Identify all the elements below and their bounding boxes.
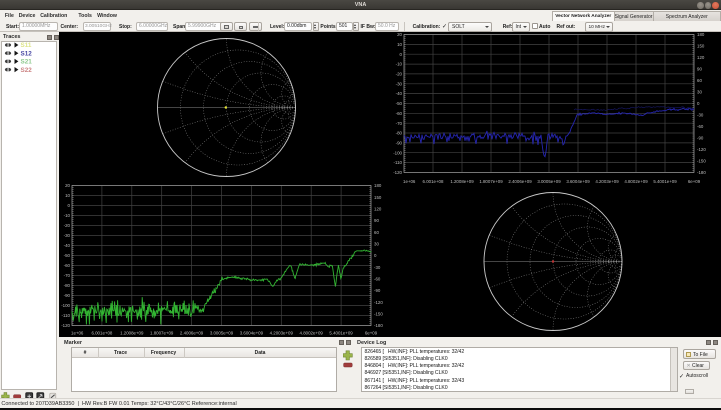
svg-text:S21: S21 xyxy=(21,58,33,65)
svg-text:-90: -90 xyxy=(396,141,403,146)
svg-text:-60: -60 xyxy=(396,111,403,116)
svg-text:-20: -20 xyxy=(396,72,403,77)
svg-text:-90: -90 xyxy=(374,288,381,293)
svg-text:-120: -120 xyxy=(697,147,706,152)
svg-text:6.001e+08: 6.001e+08 xyxy=(423,179,444,184)
svg-text:-30: -30 xyxy=(374,265,381,270)
svg-text:-110: -110 xyxy=(394,160,403,165)
svg-text:-20: -20 xyxy=(64,223,71,228)
svg-text:20: 20 xyxy=(65,183,70,188)
svg-text:6.001e+08: 6.001e+08 xyxy=(91,331,112,336)
svg-text:0: 0 xyxy=(400,52,403,57)
svg-text:0: 0 xyxy=(374,253,377,258)
svg-text:-30: -30 xyxy=(697,113,704,118)
svg-text:3.6004e+09: 3.6004e+09 xyxy=(566,179,590,184)
svg-text:-50: -50 xyxy=(396,101,403,106)
svg-text:-30: -30 xyxy=(396,81,403,86)
svg-text:3.0005e+09: 3.0005e+09 xyxy=(210,331,234,336)
svg-text:1.2008e+09: 1.2008e+09 xyxy=(120,331,144,336)
svg-text:150: 150 xyxy=(374,195,382,200)
svg-text:-60: -60 xyxy=(374,276,381,281)
svg-text:-120: -120 xyxy=(393,170,402,175)
svg-text:-100: -100 xyxy=(61,303,70,308)
svg-text:30: 30 xyxy=(697,90,702,95)
svg-text:1e+06: 1e+06 xyxy=(403,179,416,184)
svg-text:S22: S22 xyxy=(21,66,33,73)
svg-text:180: 180 xyxy=(697,32,705,37)
svg-text:10: 10 xyxy=(65,193,70,198)
svg-text:30: 30 xyxy=(374,241,379,246)
svg-text:4.2003e+09: 4.2003e+09 xyxy=(595,179,619,184)
svg-text:-110: -110 xyxy=(62,313,71,318)
svg-text:4.8002e+09: 4.8002e+09 xyxy=(624,179,648,184)
svg-text:90: 90 xyxy=(374,218,379,223)
svg-text:120: 120 xyxy=(374,206,382,211)
svg-text:-180: -180 xyxy=(374,323,383,328)
svg-text:-50: -50 xyxy=(64,253,71,258)
svg-text:-150: -150 xyxy=(374,311,383,316)
svg-text:-60: -60 xyxy=(697,124,704,129)
svg-text:0: 0 xyxy=(68,203,71,208)
svg-text:-100: -100 xyxy=(393,150,402,155)
svg-text:-90: -90 xyxy=(64,293,71,298)
svg-text:-60: -60 xyxy=(64,263,71,268)
svg-text:-10: -10 xyxy=(64,213,71,218)
svg-text:4.8002e+09: 4.8002e+09 xyxy=(300,331,324,336)
svg-text:1e+06: 1e+06 xyxy=(71,331,84,336)
svg-text:1.2008e+09: 1.2008e+09 xyxy=(450,179,474,184)
svg-text:3.0005e+09: 3.0005e+09 xyxy=(537,179,561,184)
svg-text:-150: -150 xyxy=(697,159,706,164)
svg-text:-80: -80 xyxy=(64,283,71,288)
svg-text:3.6004e+09: 3.6004e+09 xyxy=(240,331,264,336)
svg-text:-120: -120 xyxy=(61,323,70,328)
svg-text:-90: -90 xyxy=(697,136,704,141)
svg-text:4.2003e+09: 4.2003e+09 xyxy=(270,331,294,336)
svg-text:1.8007e+09: 1.8007e+09 xyxy=(150,331,174,336)
svg-text:S11: S11 xyxy=(21,42,32,49)
svg-text:2.4006e+09: 2.4006e+09 xyxy=(508,179,532,184)
svg-text:60: 60 xyxy=(697,78,702,83)
svg-text:-30: -30 xyxy=(64,233,71,238)
svg-text:-40: -40 xyxy=(64,243,71,248)
svg-text:5.4001e+09: 5.4001e+09 xyxy=(653,179,677,184)
svg-text:-180: -180 xyxy=(697,170,706,175)
svg-text:6e+09: 6e+09 xyxy=(688,179,701,184)
svg-text:10: 10 xyxy=(397,42,402,47)
svg-text:-70: -70 xyxy=(64,273,71,278)
svg-text:90: 90 xyxy=(697,67,702,72)
svg-text:-40: -40 xyxy=(396,91,403,96)
svg-text:5.4001e+09: 5.4001e+09 xyxy=(329,331,353,336)
svg-text:0: 0 xyxy=(697,101,700,106)
svg-text:-120: -120 xyxy=(374,300,383,305)
svg-text:-80: -80 xyxy=(396,131,403,136)
svg-text:-10: -10 xyxy=(396,62,403,67)
svg-text:20: 20 xyxy=(397,32,402,37)
svg-text:120: 120 xyxy=(697,55,705,60)
svg-text:180: 180 xyxy=(374,183,382,188)
svg-text:60: 60 xyxy=(374,230,379,235)
svg-text:-70: -70 xyxy=(396,121,403,126)
svg-text:6e+09: 6e+09 xyxy=(365,331,378,336)
svg-text:S12: S12 xyxy=(21,50,33,57)
svg-text:1.8007e+09: 1.8007e+09 xyxy=(479,179,503,184)
svg-text:2.4006e+09: 2.4006e+09 xyxy=(180,331,204,336)
svg-text:150: 150 xyxy=(697,44,705,49)
